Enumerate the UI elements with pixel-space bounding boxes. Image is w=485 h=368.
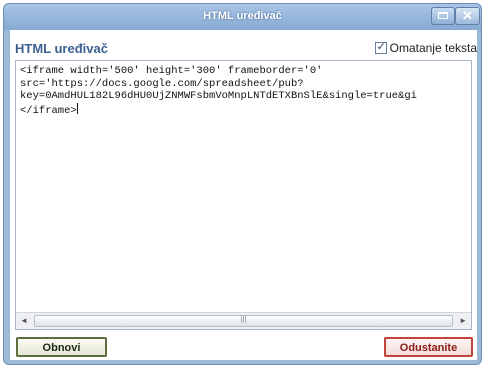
scroll-left-arrow-icon[interactable]: ◄ [20, 316, 28, 325]
maximize-button[interactable] [431, 7, 455, 25]
scrollbar-grip-icon: ||| [240, 316, 247, 323]
maximize-icon [438, 12, 448, 19]
code-line: </iframe> [20, 104, 77, 117]
dialog-heading: HTML uređivač [15, 41, 108, 56]
code-line: src='https://docs.google.com/spreadsheet… [20, 77, 304, 90]
wrap-text-checkbox[interactable]: ✓ [374, 41, 387, 54]
code-line: key=0AmdHUL182L96dHU0UjZNMWFsbmVoMnpLNTd… [20, 90, 417, 102]
html-code-editor[interactable]: <iframe width='500' height='300' framebo… [15, 60, 472, 330]
checkmark-icon: ✓ [376, 41, 386, 53]
dialog-content: HTML uređivač ✓ Omatanje teksta <iframe … [10, 30, 477, 360]
code-area[interactable]: <iframe width='500' height='300' framebo… [20, 65, 469, 117]
window-title: HTML uređivač [203, 10, 282, 22]
close-icon: ✕ [462, 8, 473, 23]
scroll-right-arrow-icon[interactable]: ► [459, 316, 467, 325]
wrap-text-option[interactable]: ✓ Omatanje teksta [374, 41, 477, 55]
code-line: <iframe width='500' height='300' framebo… [20, 65, 323, 77]
close-button[interactable]: ✕ [455, 7, 480, 25]
title-bar[interactable]: HTML uređivač ✕ [4, 4, 481, 30]
wrap-text-label[interactable]: Omatanje teksta [390, 41, 477, 55]
editor-dialog: HTML uređivač ✕ HTML uređivač ✓ Omatanje… [3, 3, 482, 365]
refresh-button[interactable]: Obnovi [16, 337, 107, 357]
scrollbar-thumb[interactable]: ||| [34, 315, 453, 327]
text-caret [76, 102, 78, 114]
cancel-button[interactable]: Odustanite [384, 337, 473, 357]
horizontal-scrollbar[interactable]: ◄ ||| ► [16, 312, 471, 329]
